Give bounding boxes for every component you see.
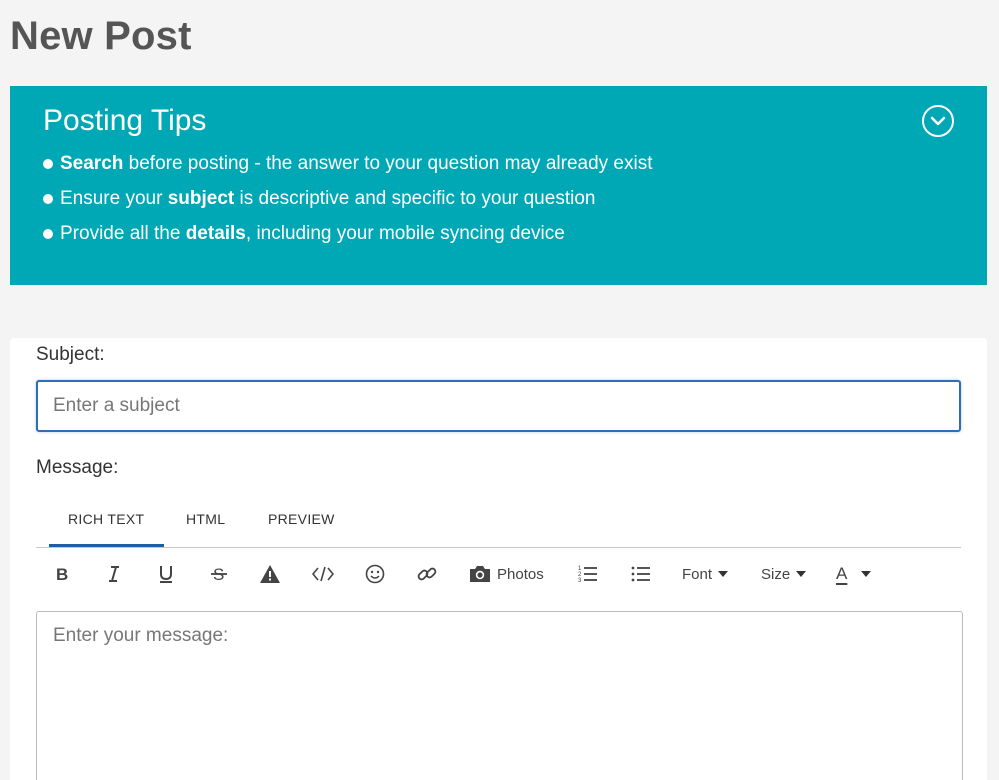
size-dropdown-label: Size [761,565,791,583]
photos-label: Photos [497,565,544,583]
caret-down-icon [796,571,807,577]
posting-tips-title: Posting Tips [43,104,207,137]
tips-collapse-button[interactable] [922,105,954,137]
bullet-icon [43,193,53,204]
tips-list: Search before posting - the answer to yo… [43,146,653,251]
caret-down-icon [861,571,872,577]
numbered-list-icon: 123 [578,566,597,584]
font-dropdown-label: Font [682,565,713,583]
editor-toolbar: B S Photos 123 Font Size A [36,556,961,592]
underline-button[interactable] [159,556,173,592]
code-icon [312,566,334,582]
text-color-dropdown[interactable]: A [836,556,872,592]
message-textarea[interactable] [36,611,963,780]
tip-bold-text: details [185,223,246,244]
camera-icon [470,566,490,582]
font-dropdown[interactable]: Font [682,556,729,592]
tip-text: Ensure your [60,188,168,209]
subject-label: Subject: [36,344,105,365]
tip-item: Provide all the details, including your … [43,216,653,251]
bullet-list-button[interactable] [631,556,651,592]
tip-text: is descriptive and specific to your ques… [234,188,596,209]
numbered-list-button[interactable]: 123 [578,556,598,592]
tip-item: Search before posting - the answer to yo… [43,146,653,181]
post-form: Subject: Message: RICH TEXT HTML PREVIEW… [10,338,987,780]
tip-item: Ensure your subject is descriptive and s… [43,181,653,216]
tip-text: , including your mobile syncing device [245,223,565,244]
svg-text:B: B [56,565,68,583]
bullet-icon [43,158,53,169]
tab-preview[interactable]: PREVIEW [268,511,335,527]
editor-tabs: RICH TEXT HTML PREVIEW [36,498,961,548]
underline-icon [160,566,172,583]
strikethrough-icon: S [211,565,227,583]
bold-icon: B [56,565,68,583]
emoji-button[interactable] [365,556,385,592]
italic-button[interactable] [107,556,121,592]
tip-bold-text: Search [60,153,124,174]
tab-html[interactable]: HTML [186,511,225,527]
link-button[interactable] [417,556,437,592]
posting-tips-panel: Posting Tips Search before posting - the… [10,86,987,285]
warning-icon [260,565,280,583]
link-icon [417,567,437,581]
photos-button[interactable]: Photos [468,556,544,592]
page-title: New Post [10,14,192,58]
bullet-list-icon [631,566,650,582]
tip-text: before posting - the answer to your ques… [123,153,653,174]
code-button[interactable] [312,556,334,592]
svg-text:3: 3 [578,578,582,584]
smiley-icon [365,564,385,584]
chevron-down-icon [930,116,946,126]
italic-icon [109,566,119,582]
spoiler-button[interactable] [259,556,281,592]
strikethrough-button[interactable]: S [211,556,227,592]
caret-down-icon [718,571,729,577]
size-dropdown[interactable]: Size [761,556,807,592]
tip-bold-text: subject [167,188,235,209]
message-label: Message: [36,457,119,478]
active-tab-indicator [49,544,164,547]
subject-input[interactable] [36,380,961,432]
tip-text: Provide all the [60,223,186,244]
bold-button[interactable]: B [55,556,69,592]
text-color-label: A [836,564,848,583]
bullet-icon [43,228,53,239]
tab-rich-text[interactable]: RICH TEXT [68,511,144,527]
